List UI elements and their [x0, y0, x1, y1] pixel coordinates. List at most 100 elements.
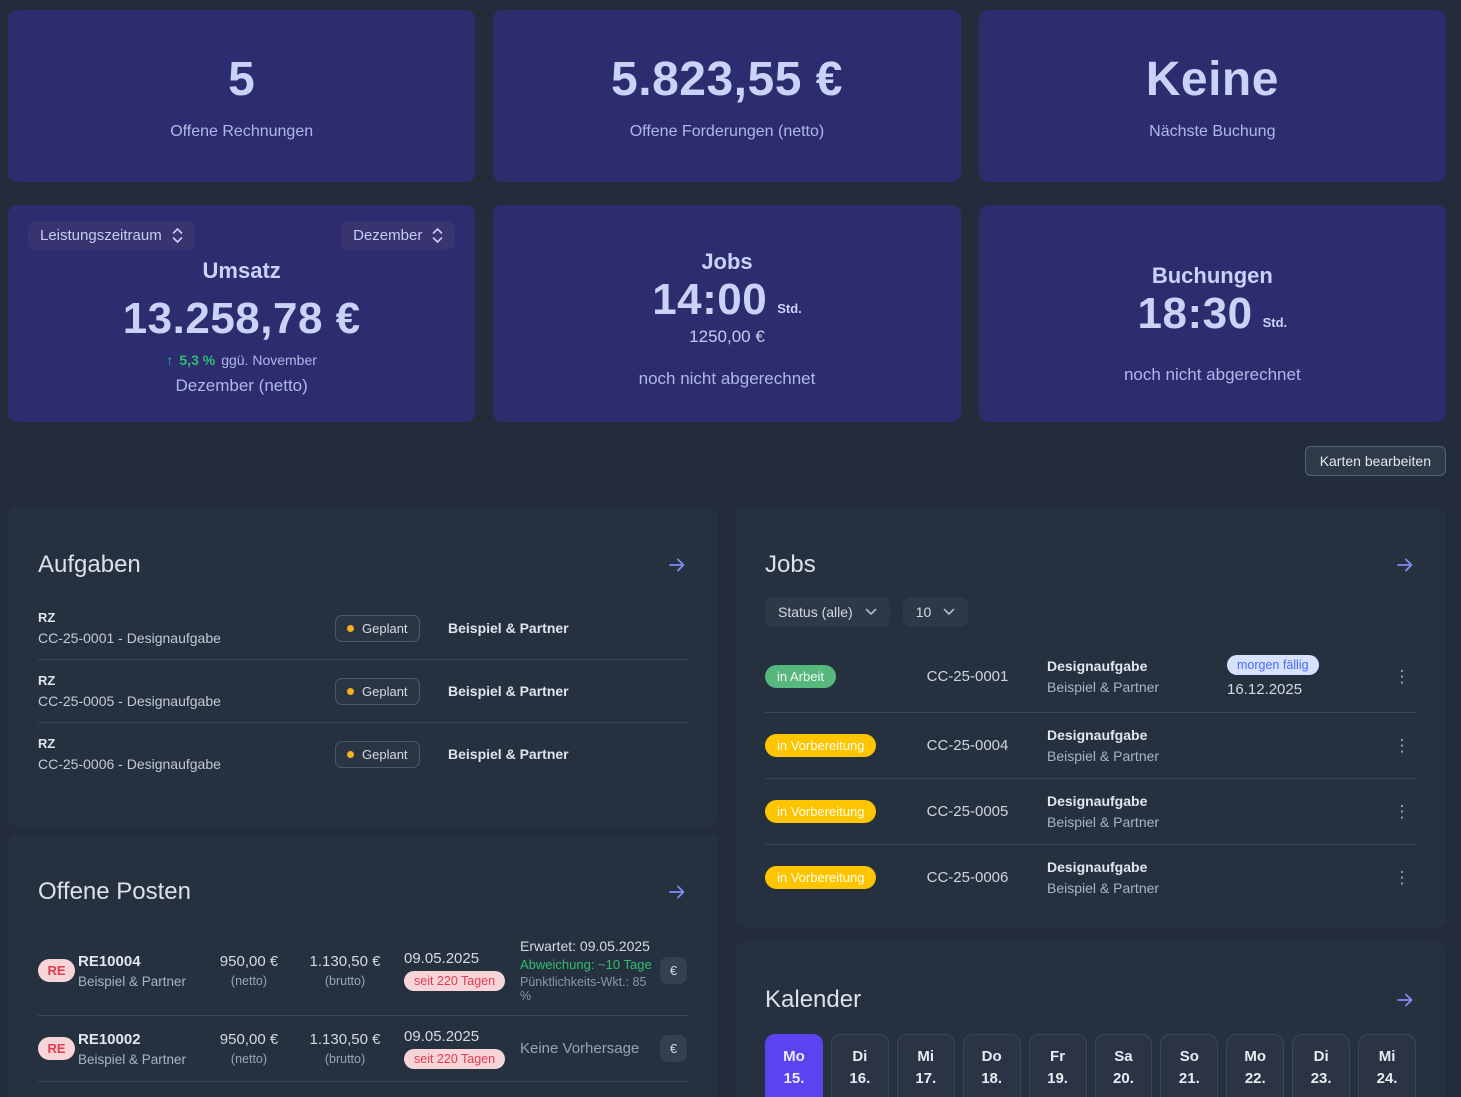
- job-client: Beispiel & Partner: [1047, 814, 1213, 830]
- day-number: 15.: [784, 1070, 805, 1087]
- panels-area: Aufgaben RZ CC-25-0001 - Designaufgabe: [8, 507, 1446, 1097]
- calendar-day-tile[interactable]: Do 18.: [963, 1034, 1021, 1097]
- posten-row[interactable]: RE RE10003 Beispiel & Partner 950,00 € (…: [38, 1081, 688, 1097]
- arrow-right-icon[interactable]: [1394, 554, 1416, 576]
- day-number: 19.: [1047, 1070, 1068, 1087]
- netto-cell: 950,00 € (netto): [203, 1031, 295, 1066]
- task-row[interactable]: RZ CC-25-0006 - Designaufgabe Geplant Be…: [38, 722, 688, 785]
- job-client: Beispiel & Partner: [1047, 679, 1213, 695]
- calendar-day-tile[interactable]: Di 23.: [1292, 1034, 1350, 1097]
- kebab-menu-icon[interactable]: ⋮: [1388, 869, 1416, 886]
- edit-cards-row: Karten bearbeiten: [8, 446, 1446, 476]
- arrow-right-icon[interactable]: [666, 554, 688, 576]
- netto-value: 950,00 €: [203, 953, 295, 970]
- day-number: 21.: [1179, 1070, 1200, 1087]
- calendar-day-tile[interactable]: Fr 19.: [1029, 1034, 1087, 1097]
- chevron-down-icon: [865, 608, 877, 616]
- job-status-badge: in Vorbereitung: [765, 800, 876, 823]
- offene-posten-panel: Offene Posten RE RE10004 Beispiel & Part…: [8, 834, 718, 1097]
- forecast-cell: Erwartet: 09.05.2025 Abweichung: ~10 Tag…: [520, 938, 660, 1003]
- posten-row[interactable]: RE RE10004 Beispiel & Partner 950,00 € (…: [38, 926, 688, 1015]
- kebab-menu-icon[interactable]: ⋮: [1388, 803, 1416, 820]
- calendar-day-tile[interactable]: Mo 15.: [765, 1034, 823, 1097]
- task-client: Beispiel & Partner: [428, 683, 688, 699]
- stat-label: Offene Forderungen (netto): [630, 123, 825, 141]
- netto-label: (netto): [203, 1052, 295, 1066]
- stat-value: 5: [228, 52, 255, 107]
- task-row[interactable]: RZ CC-25-0005 - Designaufgabe Geplant Be…: [38, 659, 688, 722]
- day-weekday: So: [1180, 1048, 1199, 1065]
- job-task: Designaufgabe: [1047, 658, 1213, 674]
- jobs-list: in Arbeit CC-25-0001 Designaufgabe Beisp…: [765, 641, 1416, 910]
- arrow-right-icon[interactable]: [1394, 989, 1416, 1011]
- job-row[interactable]: in Vorbereitung CC-25-0004 Designaufgabe…: [765, 712, 1416, 778]
- kebab-menu-icon[interactable]: ⋮: [1388, 737, 1416, 754]
- day-weekday: Di: [1314, 1048, 1329, 1065]
- day-number: 17.: [915, 1070, 936, 1087]
- jobs-panel: Jobs Status (alle) 10: [735, 507, 1446, 927]
- task-client: Beispiel & Partner: [428, 746, 688, 762]
- period-type-select[interactable]: Leistungszeitraum: [28, 221, 195, 250]
- payment-euro-button[interactable]: €: [660, 957, 687, 984]
- job-task-cell: Designaufgabe Beispiel & Partner: [1025, 859, 1213, 896]
- day-number: 22.: [1245, 1070, 1266, 1087]
- job-task-cell: Designaufgabe Beispiel & Partner: [1025, 727, 1213, 764]
- doc-type-cell: RE: [38, 1037, 78, 1060]
- month-select[interactable]: Dezember: [341, 221, 455, 250]
- buchungen-card-title: Buchungen: [1152, 263, 1273, 289]
- calendar-day-tile[interactable]: Mi 24.: [1358, 1034, 1416, 1097]
- stat-card-offene-forderungen: 5.823,55 € Offene Forderungen (netto): [493, 10, 960, 182]
- forecast-none: Keine Vorhersage: [520, 1040, 660, 1057]
- day-weekday: Do: [982, 1048, 1002, 1065]
- status-label: Geplant: [362, 747, 408, 762]
- buchungen-hours: 18:30: [1138, 289, 1253, 339]
- stat-label: Offene Rechnungen: [170, 123, 313, 141]
- kebab-menu-icon[interactable]: ⋮: [1388, 668, 1416, 685]
- task-row[interactable]: RZ CC-25-0001 - Designaufgabe Geplant Be…: [38, 597, 688, 659]
- month-select-value: Dezember: [353, 227, 422, 244]
- umsatz-subtitle: Dezember (netto): [176, 376, 308, 396]
- stat-cards-row: 5 Offene Rechnungen 5.823,55 € Offene Fo…: [8, 10, 1446, 182]
- buchungen-note: noch nicht abgerechnet: [1124, 365, 1301, 385]
- stat-value: 5.823,55 €: [611, 52, 843, 107]
- job-row[interactable]: in Vorbereitung CC-25-0005 Designaufgabe…: [765, 778, 1416, 844]
- status-filter-select[interactable]: Status (alle): [765, 597, 890, 627]
- forecast-cell: Keine Vorhersage: [520, 1040, 660, 1057]
- jobs-card-title: Jobs: [701, 249, 752, 275]
- job-task: Designaufgabe: [1047, 793, 1213, 809]
- job-row[interactable]: in Vorbereitung CC-25-0006 Designaufgabe…: [765, 844, 1416, 910]
- task-client: Beispiel & Partner: [428, 620, 688, 636]
- page-size-value: 10: [916, 604, 932, 620]
- status-dot-icon: [347, 688, 354, 695]
- umsatz-select-row: Leistungszeitraum Dezember: [28, 221, 455, 250]
- day-weekday: Mi: [917, 1048, 934, 1065]
- calendar-day-tile[interactable]: So 21.: [1160, 1034, 1218, 1097]
- task-name: CC-25-0005 - Designaufgabe: [38, 693, 308, 709]
- umsatz-value: 13.258,78 €: [123, 294, 361, 344]
- day-number: 16.: [849, 1070, 870, 1087]
- kalender-header: Kalender: [765, 986, 1416, 1014]
- job-task-cell: Designaufgabe Beispiel & Partner: [1025, 658, 1213, 695]
- overdue-badge: seit 220 Tagen: [404, 971, 505, 991]
- right-column: Jobs Status (alle) 10: [735, 507, 1446, 1097]
- calendar-day-tile[interactable]: Di 16.: [831, 1034, 889, 1097]
- payment-euro-button[interactable]: €: [660, 1035, 687, 1062]
- job-task: Designaufgabe: [1047, 727, 1213, 743]
- job-row[interactable]: in Arbeit CC-25-0001 Designaufgabe Beisp…: [765, 641, 1416, 712]
- posten-row[interactable]: RE RE10002 Beispiel & Partner 950,00 € (…: [38, 1015, 688, 1081]
- trend-percent: 5,3 %: [179, 352, 215, 368]
- calendar-days: Mo 15. Di 16. Mi 17. Do 18.: [765, 1034, 1416, 1097]
- job-client: Beispiel & Partner: [1047, 748, 1213, 764]
- calendar-day-tile[interactable]: Sa 20.: [1095, 1034, 1153, 1097]
- brutto-label: (brutto): [295, 1052, 395, 1066]
- edit-cards-button[interactable]: Karten bearbeiten: [1305, 446, 1446, 476]
- due-date: 09.05.2025: [404, 950, 520, 967]
- arrow-right-icon[interactable]: [666, 881, 688, 903]
- task-code: RZ: [38, 673, 308, 688]
- job-status-badge: in Vorbereitung: [765, 734, 876, 757]
- day-weekday: Mi: [1379, 1048, 1396, 1065]
- calendar-day-tile[interactable]: Mo 22.: [1226, 1034, 1284, 1097]
- job-client: Beispiel & Partner: [1047, 880, 1213, 896]
- page-size-select[interactable]: 10: [903, 597, 969, 627]
- calendar-day-tile[interactable]: Mi 17.: [897, 1034, 955, 1097]
